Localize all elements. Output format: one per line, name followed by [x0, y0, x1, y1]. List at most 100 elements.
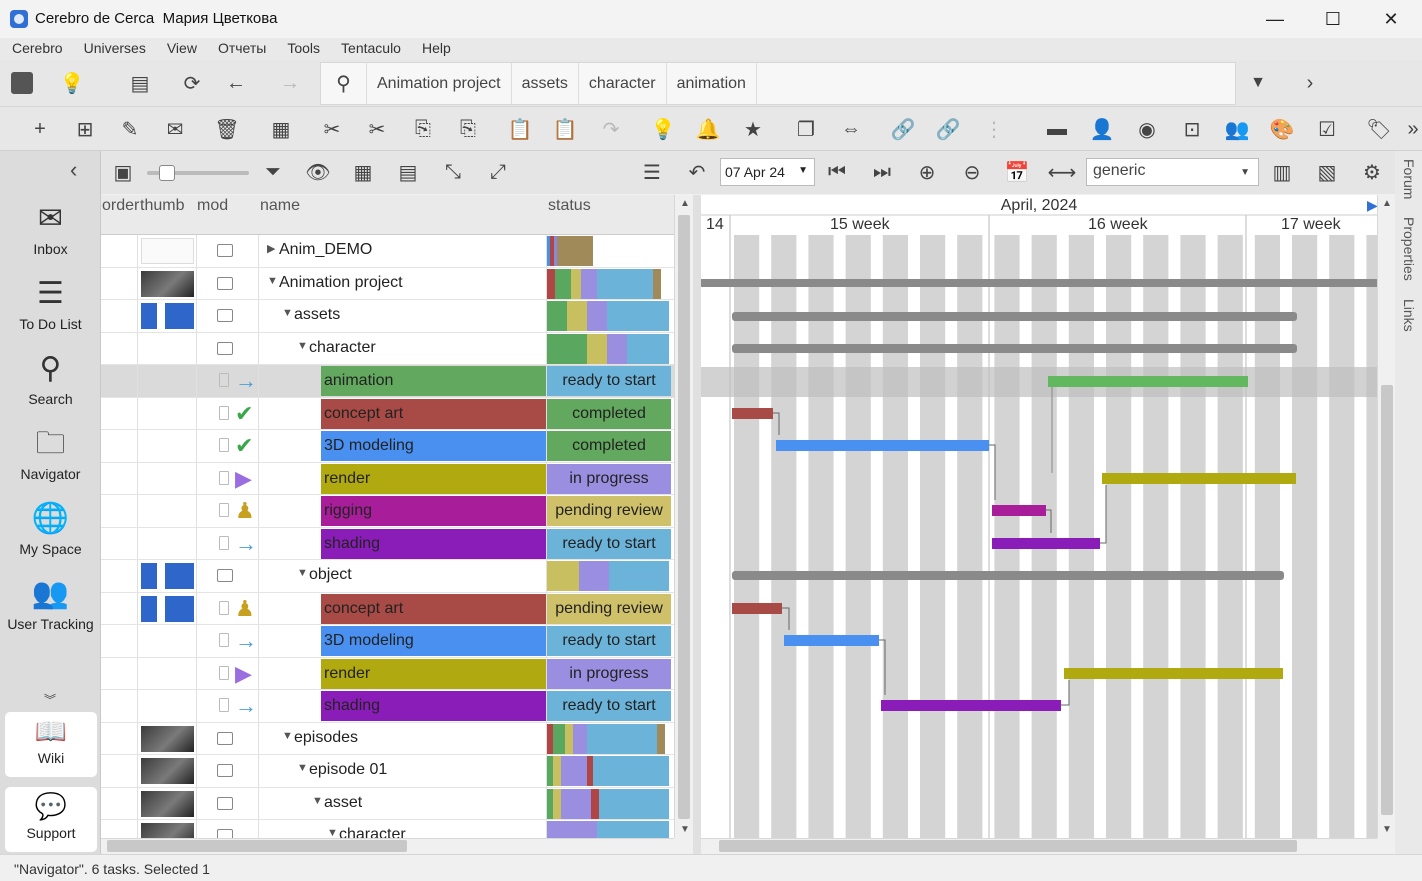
status-badge[interactable]: pending review	[547, 593, 671, 624]
more-icon[interactable]: »	[1404, 115, 1422, 143]
collapse-icon[interactable]: ⤡	[439, 158, 467, 186]
table-horizontal-scrollbar[interactable]	[101, 838, 674, 854]
filter-icon[interactable]: ⏷	[259, 158, 287, 186]
table-row[interactable]: ♟ concept art pending review	[101, 592, 674, 625]
table-vertical-scrollbar[interactable]: ▲ ▼	[674, 195, 693, 838]
status-badge[interactable]: in progress	[547, 658, 671, 689]
status-badge[interactable]: ready to start	[547, 528, 671, 559]
menu-item[interactable]: Отчеты	[206, 38, 275, 60]
paste-special-icon[interactable]: 📋	[551, 115, 579, 143]
task-name-cell[interactable]: shading	[321, 528, 546, 559]
fit-width-icon[interactable]: ⟷	[1048, 158, 1077, 186]
delete-icon[interactable]: 🗑	[213, 115, 241, 143]
splitter-handle[interactable]	[693, 195, 701, 854]
table-row[interactable]: ✔ concept art completed	[101, 397, 674, 430]
column-header-status[interactable]: status	[548, 197, 591, 215]
breadcrumb-item[interactable]: character	[579, 63, 667, 104]
close-button[interactable]: ✕	[1362, 0, 1420, 38]
unlink-icon[interactable]: 🔗	[934, 115, 962, 143]
status-badge[interactable]: ready to start	[547, 366, 671, 396]
folder-icon[interactable]: ▬	[1043, 115, 1071, 143]
task-name-cell[interactable]: render	[321, 658, 546, 689]
task-name-cell[interactable]: concept art	[321, 398, 546, 429]
tab-forum[interactable]: Forum	[1401, 159, 1417, 199]
table-row[interactable]: ▼ object	[101, 560, 674, 593]
skip-start-icon[interactable]: ⏮	[823, 158, 851, 186]
wiki-button[interactable]: 📖 Wiki	[5, 712, 97, 777]
sidebar-item[interactable]: ⚲ Search	[0, 351, 101, 407]
idea-icon[interactable]: 💡	[649, 115, 677, 143]
film-icon[interactable]: ▣	[109, 158, 137, 186]
chain-icon[interactable]: ⋮	[980, 115, 1008, 143]
slider-handle[interactable]	[159, 165, 175, 181]
copy-link-icon[interactable]: ⎘	[454, 115, 482, 143]
palette-icon[interactable]: 🎨	[1268, 115, 1296, 143]
more-chevron-icon[interactable]: ︾	[44, 691, 56, 708]
forward-icon[interactable]: →	[276, 69, 304, 97]
search-icon[interactable]: ⚲	[321, 63, 367, 104]
expand-toggle-icon[interactable]: ▼	[312, 795, 323, 807]
menu-item[interactable]: Tools	[275, 38, 329, 60]
expand-icon[interactable]: ⤢	[484, 158, 512, 186]
sidebar-item[interactable]: 🌐 My Space	[0, 501, 101, 557]
gantt-horizontal-scrollbar[interactable]	[701, 838, 1377, 854]
task-name-cell[interactable]: rigging	[321, 496, 546, 526]
menu-item[interactable]: Universes	[72, 38, 155, 60]
table-row[interactable]: ▼ character	[101, 820, 674, 838]
support-button[interactable]: 💬 Support	[5, 787, 97, 852]
table-row[interactable]: ▼ assets	[101, 300, 674, 333]
star-icon[interactable]: ★	[739, 115, 767, 143]
list-settings-icon[interactable]: ☰	[638, 158, 666, 186]
edit-icon[interactable]: ✎	[116, 115, 144, 143]
table-row[interactable]: → shading ready to start	[101, 527, 674, 560]
chevron-right-icon[interactable]: ›	[1296, 69, 1324, 97]
status-badge[interactable]: completed	[547, 398, 671, 429]
barcode-icon[interactable]: ▥	[1268, 158, 1296, 186]
menu-item[interactable]: Cerebro	[0, 38, 72, 60]
table-row[interactable]: → 3D modeling ready to start	[101, 625, 674, 658]
table-row[interactable]: ✔ 3D modeling completed	[101, 430, 674, 463]
pdf-icon[interactable]: ▧	[1313, 158, 1341, 186]
calendar-icon[interactable]: 📅	[1003, 158, 1031, 186]
tab-links[interactable]: Links	[1401, 299, 1417, 332]
back-icon[interactable]: ←	[222, 69, 250, 97]
add-task-icon[interactable]: ⊞	[71, 115, 99, 143]
copy-icon[interactable]: ⎘	[409, 115, 437, 143]
expand-toggle-icon[interactable]: ▼	[282, 307, 293, 319]
task-name-cell[interactable]: animation	[321, 366, 546, 396]
link-icon[interactable]: 🔗	[889, 115, 917, 143]
breadcrumb-item[interactable]: Animation project	[367, 63, 512, 104]
column-header-mod[interactable]: mod	[197, 197, 228, 215]
status-badge[interactable]: completed	[547, 431, 671, 461]
column-header-name[interactable]: name	[260, 197, 300, 215]
status-badge[interactable]: pending review	[547, 496, 671, 526]
bell-icon[interactable]: 🔔	[694, 115, 722, 143]
expand-toggle-icon[interactable]: ▼	[297, 567, 308, 579]
task-name-cell[interactable]: render	[321, 463, 546, 494]
table-icon[interactable]: ▦	[267, 115, 295, 143]
table-row[interactable]: ♟ rigging pending review	[101, 495, 674, 528]
task-name-cell[interactable]: 3D modeling	[321, 431, 546, 461]
menu-item[interactable]: View	[155, 38, 206, 60]
table-row[interactable]: ▶ render in progress	[101, 462, 674, 495]
table-row[interactable]: ▼ character	[101, 332, 674, 365]
expand-toggle-icon[interactable]: ▼	[297, 762, 308, 774]
zoom-out-icon[interactable]: ⊖	[958, 158, 986, 186]
profile-select[interactable]: generic ▼	[1086, 158, 1259, 186]
task-name-cell[interactable]: concept art	[321, 593, 546, 624]
table-row[interactable]: → shading ready to start	[101, 690, 674, 723]
expand-toggle-icon[interactable]: ▼	[327, 827, 338, 838]
settings-gear-icon[interactable]: ⚙	[1358, 158, 1386, 186]
eye-icon[interactable]: 👁	[304, 158, 332, 186]
tab-properties[interactable]: Properties	[1401, 217, 1417, 281]
export-xls-icon[interactable]: ▤	[394, 158, 422, 186]
column-header-order[interactable]: order	[102, 197, 139, 215]
collapse-sidebar-icon[interactable]: ‹	[70, 157, 77, 183]
status-badge[interactable]: ready to start	[547, 626, 671, 656]
task-name-cell[interactable]: shading	[321, 691, 546, 721]
lightbulb-icon[interactable]: 💡	[58, 69, 86, 97]
skip-end-icon[interactable]: ⏭	[868, 158, 896, 186]
paste-icon[interactable]: 📋	[506, 115, 534, 143]
message-icon[interactable]: ✉	[161, 115, 189, 143]
tag-icon[interactable]: 🏷	[1365, 115, 1393, 143]
